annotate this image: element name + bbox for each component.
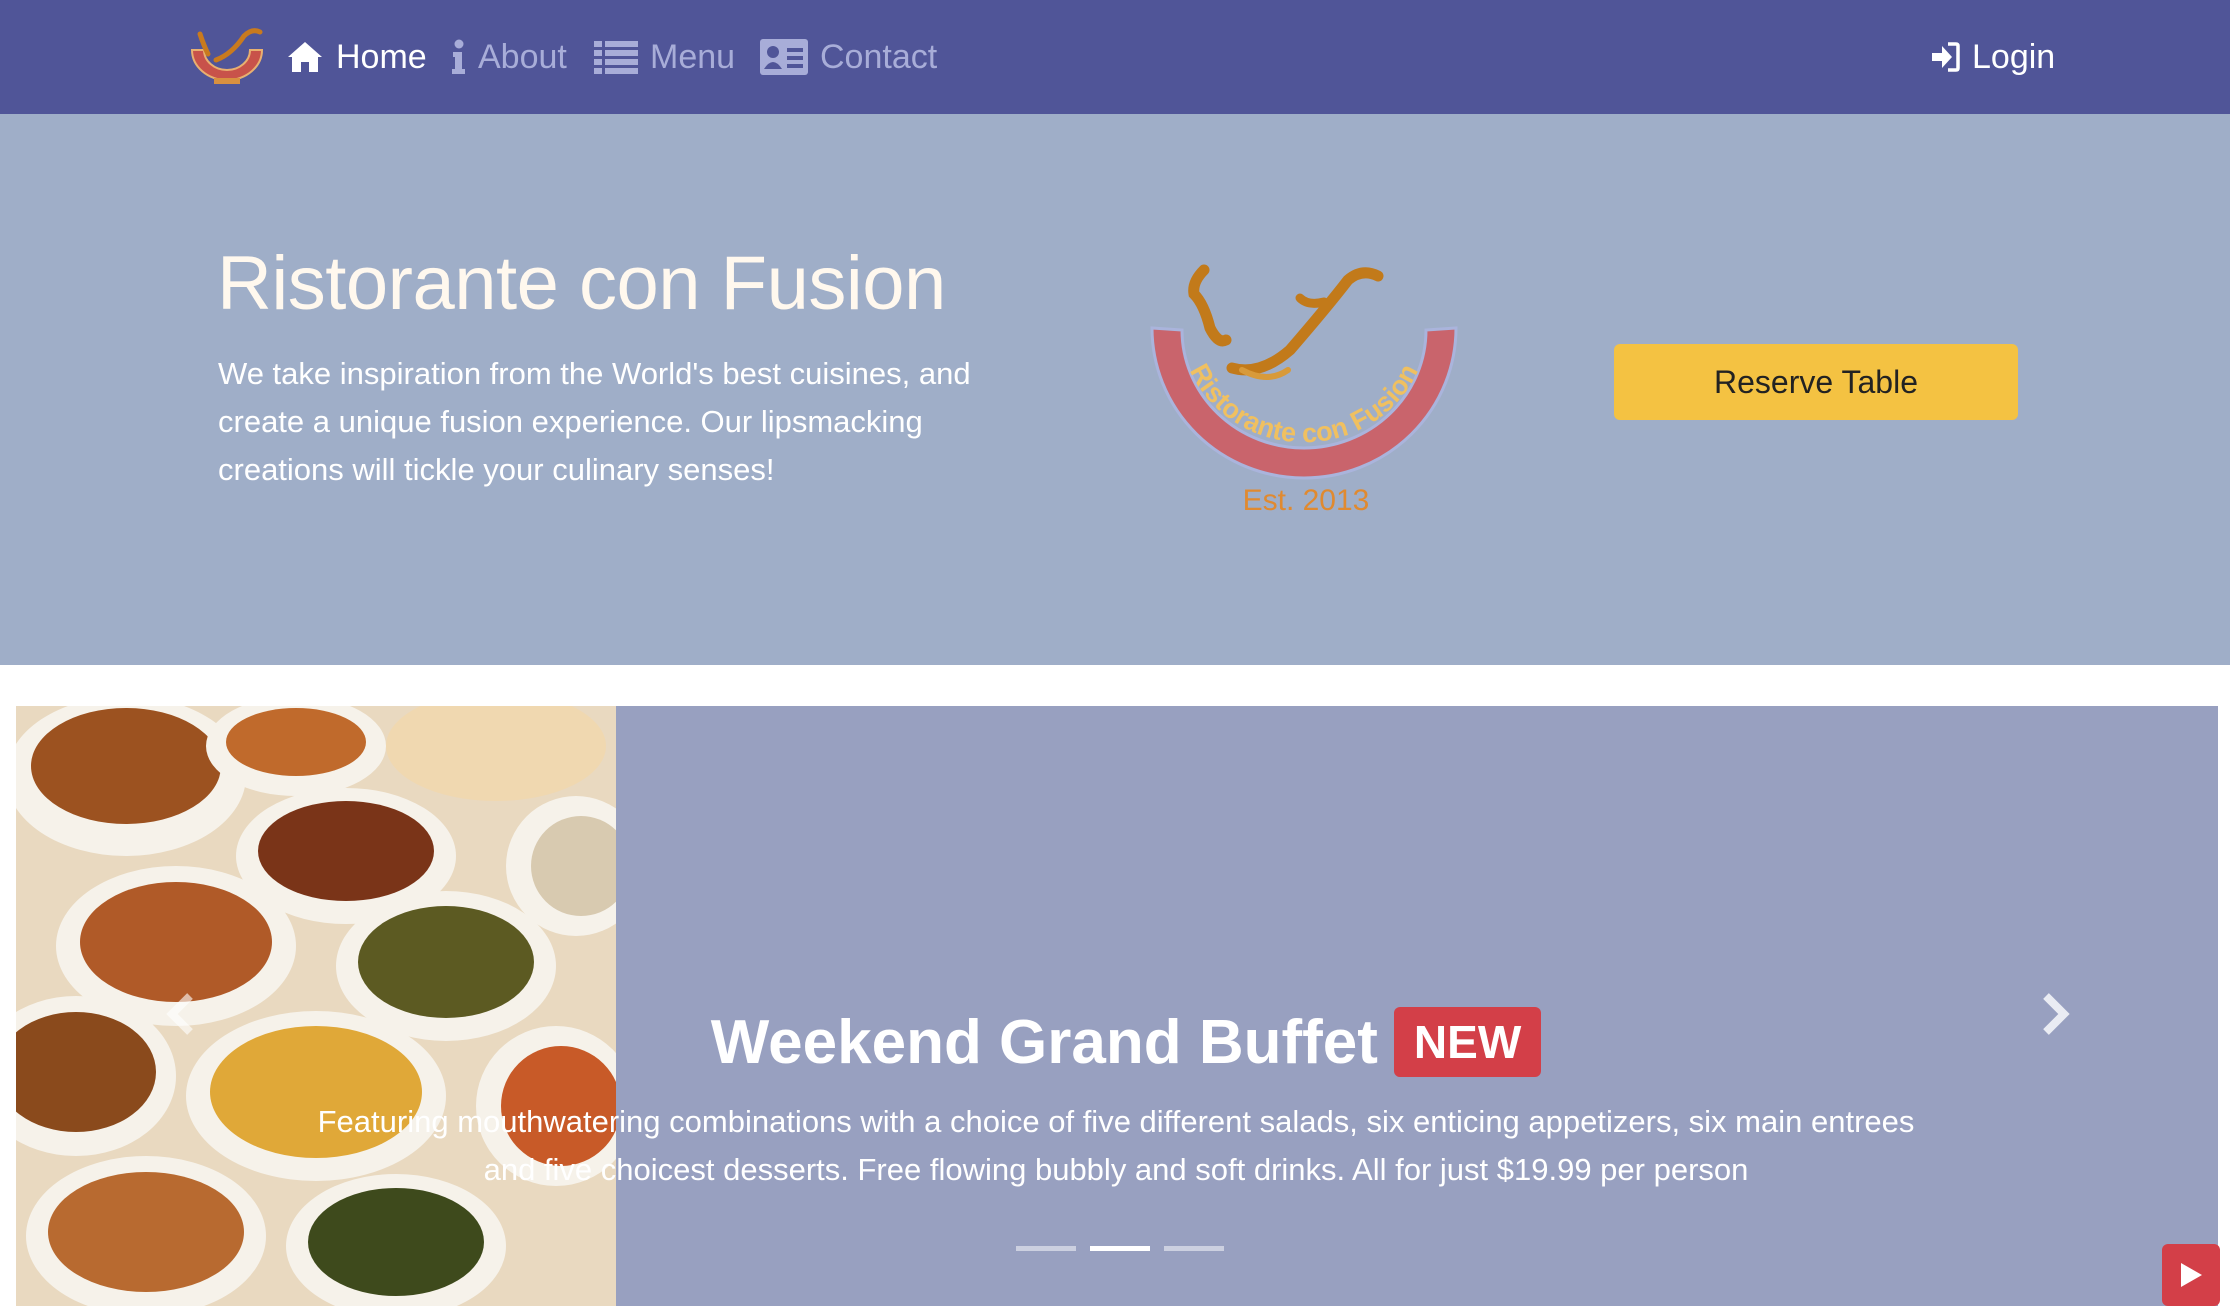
- logo-est-text: Est. 2013: [1243, 484, 1370, 514]
- nav-about[interactable]: About: [450, 30, 567, 84]
- brand-logo[interactable]: [186, 24, 268, 90]
- restaurant-title: Ristorante con Fusion: [217, 241, 946, 326]
- nav-menu[interactable]: Menu: [594, 30, 735, 84]
- carousel-indicator-1[interactable]: [1016, 1246, 1076, 1251]
- nav-home[interactable]: Home: [286, 30, 427, 84]
- login-link[interactable]: Login: [1930, 30, 2055, 84]
- play-icon: [2181, 1263, 2202, 1287]
- carousel-indicator-3[interactable]: [1164, 1246, 1224, 1251]
- restaurant-description: We take inspiration from the World's bes…: [218, 356, 971, 487]
- slide-title: Weekend Grand Buffet: [710, 1007, 1378, 1077]
- reserve-table-button[interactable]: Reserve Table: [1614, 344, 2018, 420]
- carousel-play-button[interactable]: [2162, 1244, 2220, 1306]
- info-icon: [452, 39, 465, 74]
- carousel-indicators: [1016, 1246, 1232, 1256]
- slide-description: Featuring mouthwatering combinations wit…: [317, 1104, 1915, 1187]
- sign-in-icon: [1932, 42, 1960, 72]
- nav-contact-label: Contact: [820, 37, 938, 76]
- list-icon: [594, 41, 638, 74]
- nav-contact[interactable]: Contact: [760, 30, 937, 84]
- address-card-icon: [760, 39, 808, 75]
- restaurant-logo: Ristorante con Fusion Est. 2013: [1150, 264, 1458, 514]
- new-badge: NEW: [1393, 1007, 1542, 1077]
- jumbotron: Ristorante con Fusion We take inspiratio…: [0, 114, 2230, 665]
- carousel-indicator-2[interactable]: [1090, 1246, 1150, 1251]
- buffet-dishes-photo: [16, 706, 616, 1306]
- home-icon: [288, 42, 322, 72]
- navbar: Home About Menu Contact Login: [0, 0, 2230, 114]
- chevron-left-icon[interactable]: [152, 984, 212, 1044]
- nav-menu-label: Menu: [650, 37, 736, 76]
- nav-about-label: About: [478, 37, 567, 76]
- chevron-right-icon[interactable]: [2024, 984, 2084, 1044]
- login-label: Login: [1972, 37, 2056, 76]
- nav-home-label: Home: [336, 37, 427, 76]
- carousel: Weekend Grand Buffet NEW Featuring mouth…: [16, 706, 2218, 1306]
- slide-caption-title: Weekend Grand Buffet NEW: [711, 1002, 1542, 1082]
